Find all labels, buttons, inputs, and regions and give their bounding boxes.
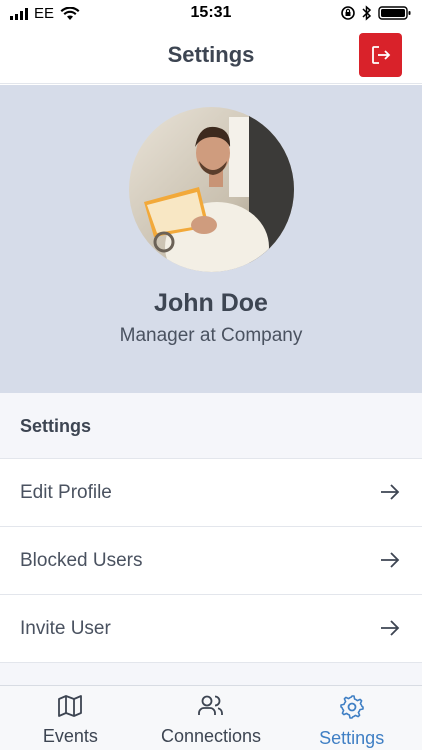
avatar: [129, 107, 294, 272]
logout-button[interactable]: [359, 33, 402, 77]
status-bar: EE 15:31: [0, 0, 422, 28]
list-item-blocked-users[interactable]: Blocked Users: [0, 527, 422, 595]
tab-label: Settings: [319, 728, 385, 748]
tab-events[interactable]: Events: [0, 686, 141, 750]
gear-icon: [339, 695, 364, 719]
bluetooth-icon: [362, 5, 372, 21]
profile-header: John Doe Manager at Company: [0, 85, 422, 393]
profile-role: Manager at Company: [119, 325, 303, 346]
navigation-bar: Settings: [0, 28, 422, 84]
tab-label: Events: [42, 726, 98, 746]
tab-label: Connections: [160, 726, 262, 746]
battery-icon: [378, 6, 411, 20]
list-item-invite-user[interactable]: Invite User: [0, 595, 422, 663]
list-item-label: Blocked Users: [20, 550, 143, 571]
tab-connections[interactable]: Connections: [141, 686, 282, 750]
arrow-right-icon: [381, 620, 400, 636]
list-item-label: Invite User: [20, 618, 111, 639]
orientation-lock-icon: [341, 6, 355, 20]
settings-section-header: Settings: [0, 393, 422, 459]
list-footer-spacer: [0, 663, 422, 685]
section-header-label: Settings: [20, 416, 92, 436]
arrow-right-icon: [381, 552, 400, 568]
logout-icon: [371, 46, 390, 64]
status-right: [340, 5, 412, 21]
tab-settings[interactable]: Settings: [281, 686, 422, 750]
tab-bar: Events Connections Settings: [0, 685, 422, 750]
list-item-edit-profile[interactable]: Edit Profile: [0, 459, 422, 527]
profile-name: John Doe: [154, 289, 268, 317]
list-item-label: Edit Profile: [20, 482, 112, 503]
arrow-right-icon: [381, 484, 400, 500]
users-icon: [198, 695, 223, 715]
map-icon: [58, 695, 83, 717]
